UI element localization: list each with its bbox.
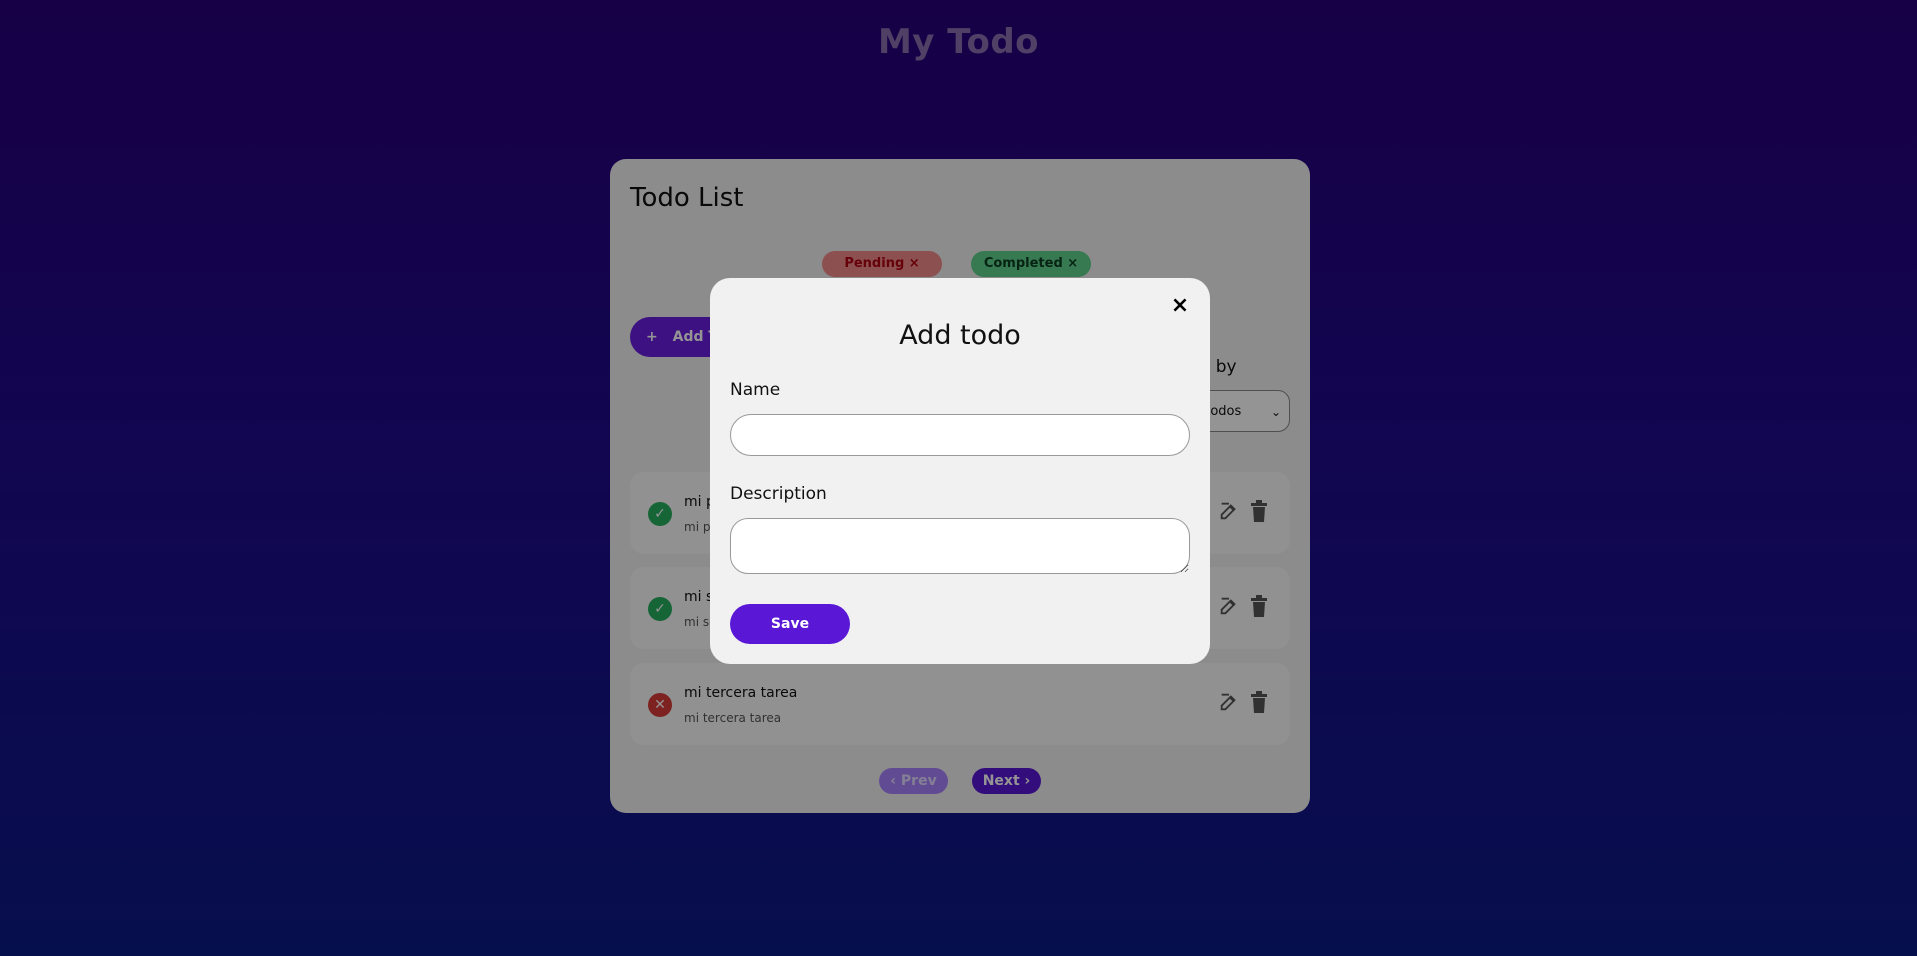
description-textarea[interactable] [730,518,1190,574]
close-icon[interactable]: × [1168,294,1192,318]
description-label: Description [730,484,827,504]
add-todo-modal: × Add todo Name Description Save [710,278,1210,664]
name-input[interactable] [730,414,1190,456]
modal-title: Add todo [899,320,1021,351]
save-button[interactable]: Save [730,604,850,644]
name-label: Name [730,380,781,400]
